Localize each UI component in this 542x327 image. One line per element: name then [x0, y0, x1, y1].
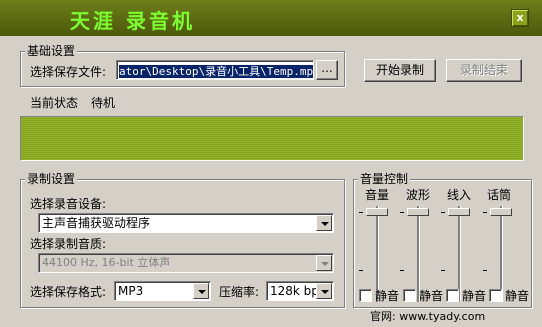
- quality-value: 44100 Hz, 16-bit 立体声: [42, 256, 171, 269]
- level-display: [20, 116, 524, 161]
- compress-select[interactable]: 128k bps: [266, 281, 334, 301]
- mute-label-volume: 静音: [375, 289, 400, 303]
- browse-button[interactable]: ...: [316, 60, 338, 80]
- chevron-down-icon[interactable]: [316, 255, 332, 271]
- format-value: MP3: [118, 284, 144, 298]
- save-file-label: 选择保存文件:: [30, 65, 107, 79]
- mute-checkbox-linein[interactable]: [446, 289, 459, 302]
- device-label: 选择录音设备:: [30, 197, 107, 211]
- device-value: 主声音捕获驱动程序: [42, 216, 151, 230]
- chevron-down-icon[interactable]: [316, 215, 332, 231]
- title-bar[interactable]: 天涯 录音机 x: [0, 0, 542, 36]
- format-select[interactable]: MP3: [114, 281, 211, 301]
- slider-thumb[interactable]: [407, 208, 429, 216]
- mute-label-linein: 静音: [462, 289, 487, 303]
- save-file-path: ator\Desktop\录音小工具\Temp.mp3: [119, 65, 313, 78]
- mute-checkbox-volume[interactable]: [359, 289, 372, 302]
- save-file-field[interactable]: ator\Desktop\录音小工具\Temp.mp3: [116, 60, 314, 80]
- app-title: 天涯 录音机: [70, 9, 195, 33]
- slider-thumb[interactable]: [366, 208, 388, 216]
- channel-label-linein: 线入: [447, 188, 472, 202]
- mute-checkbox-wave[interactable]: [403, 289, 416, 302]
- chevron-down-icon[interactable]: [316, 283, 332, 299]
- stop-record-button[interactable]: 录制结束: [446, 59, 522, 82]
- slider-thumb[interactable]: [448, 208, 470, 216]
- status-value: 待机: [91, 96, 116, 110]
- quality-select[interactable]: 44100 Hz, 16-bit 立体声: [38, 253, 334, 273]
- quality-label: 选择录制音质:: [30, 237, 107, 251]
- record-settings-title: 录制设置: [25, 172, 78, 186]
- volume-control-title: 音量控制: [358, 172, 411, 186]
- basic-settings-title: 基础设置: [25, 44, 78, 58]
- close-button[interactable]: x: [511, 9, 529, 27]
- channel-label-mic: 话筒: [487, 188, 512, 202]
- format-label: 选择保存格式:: [30, 285, 107, 299]
- channel-label-wave: 波形: [406, 188, 431, 202]
- slider-thumb[interactable]: [490, 208, 512, 216]
- app-window: 天涯 录音机 x 基础设置 选择保存文件: ator\Desktop\录音小工具…: [0, 0, 542, 327]
- website-link[interactable]: 官网: www.tyady.com: [370, 310, 485, 324]
- mute-checkbox-mic[interactable]: [489, 289, 502, 302]
- mute-label-mic: 静音: [505, 289, 530, 303]
- compress-label: 压缩率:: [219, 285, 260, 299]
- channel-label-volume: 音量: [365, 188, 390, 202]
- device-select[interactable]: 主声音捕获驱动程序: [38, 213, 334, 233]
- status-label: 当前状态: [30, 96, 79, 110]
- chevron-down-icon[interactable]: [193, 283, 209, 299]
- mute-label-wave: 静音: [419, 289, 444, 303]
- start-record-button[interactable]: 开始录制: [364, 59, 436, 82]
